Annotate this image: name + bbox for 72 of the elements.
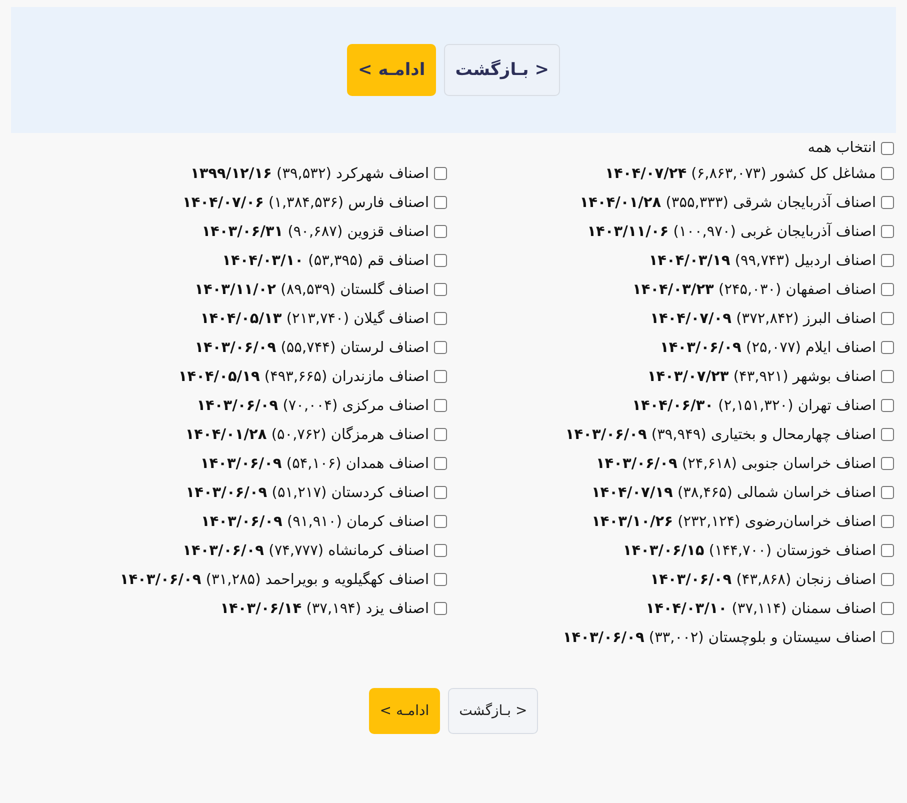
continue-button[interactable]: ادامـه > — [368, 688, 440, 734]
item-label: اصناف خراسان شمالی (۳۸,۴۶۵) ۱۴۰۴/۰۷/۱۹ — [591, 484, 876, 500]
item-checkbox[interactable] — [434, 486, 447, 499]
item-checkbox[interactable] — [881, 225, 894, 238]
item-label: اصناف فارس (۱,۳۸۴,۵۳۶) ۱۴۰۴/۰۷/۰۶ — [182, 194, 429, 210]
item-label: اصناف بوشهر (۴۳,۹۲۱) ۱۴۰۳/۰۷/۲۳ — [647, 368, 876, 384]
item-label: اصناف کرمانشاه (۷۴,۷۷۷) ۱۴۰۳/۰۶/۰۹ — [182, 542, 429, 558]
item-checkbox[interactable] — [881, 515, 894, 528]
back-button[interactable]: < بـازگشت — [444, 44, 560, 96]
item-label: اصناف اردبیل (۹۹,۷۴۳) ۱۴۰۴/۰۳/۱۹ — [648, 252, 876, 268]
item-label: اصناف سمنان (۳۷,۱۱۴) ۱۴۰۴/۰۳/۱۰ — [646, 600, 876, 616]
item-label: اصناف البرز (۳۷۲,۸۴۲) ۱۴۰۴/۰۷/۰۹ — [650, 310, 876, 326]
item-label: اصناف گلستان (۸۹,۵۳۹) ۱۴۰۳/۱۱/۰۲ — [194, 282, 429, 298]
item-label: اصناف قزوین (۹۰,۶۸۷) ۱۴۰۳/۰۶/۳۱ — [202, 224, 429, 240]
item-label: اصناف لرستان (۵۵,۷۴۴) ۱۴۰۳/۰۶/۰۹ — [194, 340, 429, 356]
item-checkbox[interactable] — [434, 370, 447, 383]
item-checkbox[interactable] — [881, 573, 894, 586]
item-label: اصناف مرکزی (۷۰,۰۰۴) ۱۴۰۳/۰۶/۰۹ — [196, 398, 429, 414]
item-label: اصناف کهگیلویه و بویراحمد (۳۱,۲۸۵) ۱۴۰۳/۰۶/۰۹ — [120, 572, 429, 588]
item-checkbox[interactable] — [434, 254, 447, 267]
item-label: اصناف آذربایجان غربی (۱۰۰,۹۷۰) ۱۴۰۳/۱۱/۰۶ — [587, 224, 876, 240]
item-checkbox[interactable] — [434, 196, 447, 209]
item-label: اصناف خراسان‌رضوی (۲۳۲,۱۲۴) ۱۴۰۳/۱۰/۲۶ — [592, 514, 876, 530]
item-label: اصناف خراسان جنوبی (۲۴,۶۱۸) ۱۴۰۳/۰۶/۰۹ — [596, 456, 876, 472]
item-checkbox[interactable] — [434, 283, 447, 296]
item-label: اصناف خوزستان (۱۴۴,۷۰۰) ۱۴۰۳/۰۶/۱۵ — [622, 542, 876, 558]
item-checkbox[interactable] — [434, 544, 447, 557]
item-label: اصناف آذربایجان شرقی (۳۵۵,۳۳۳) ۱۴۰۴/۰۱/۲۸ — [580, 194, 876, 210]
item-checkbox[interactable] — [881, 283, 894, 296]
item-label: اصناف همدان (۵۴,۱۰۶) ۱۴۰۳/۰۶/۰۹ — [200, 456, 429, 472]
item-label: اصناف اصفهان (۲۴۵,۰۳۰) ۱۴۰۴/۰۳/۲۳ — [632, 282, 876, 298]
item-checkbox[interactable] — [434, 312, 447, 325]
item-label: اصناف چهارمحال و بختیاری (۳۹,۹۴۹) ۱۴۰۳/۰۶/۰۹ — [565, 426, 876, 442]
item-label: اصناف تهران (۲,۱۵۱,۳۲۰) ۱۴۰۴/۰۶/۳۰ — [632, 398, 876, 414]
item-label: مشاغل کل کشور (۶,۸۶۳,۰۷۳) ۱۴۰۴/۰۷/۲۴ — [605, 166, 876, 182]
continue-button[interactable]: ادامـه > — [347, 44, 436, 96]
item-checkbox[interactable] — [434, 602, 447, 615]
item-label: اصناف ایلام (۲۵,۰۷۷) ۱۴۰۳/۰۶/۰۹ — [660, 340, 876, 356]
item-checkbox[interactable] — [434, 399, 447, 412]
item-checkbox[interactable] — [434, 573, 447, 586]
item-checkbox[interactable] — [881, 457, 894, 470]
item-checkbox[interactable] — [881, 631, 894, 644]
item-checkbox[interactable] — [881, 399, 894, 412]
item-checkbox[interactable] — [881, 602, 894, 615]
item-label: اصناف مازندران (۴۹۳,۶۶۵) ۱۴۰۴/۰۵/۱۹ — [178, 368, 429, 384]
item-checkbox[interactable] — [434, 167, 447, 180]
select-all-label: انتخاب همه — [808, 140, 876, 156]
item-label: اصناف هرمزگان (۵۰,۷۶۲) ۱۴۰۴/۰۱/۲۸ — [185, 426, 429, 442]
item-checkbox[interactable] — [881, 196, 894, 209]
item-checkbox[interactable] — [881, 428, 894, 441]
item-checkbox[interactable] — [881, 312, 894, 325]
item-checkbox[interactable] — [434, 225, 447, 238]
item-label: اصناف کردستان (۵۱,۲۱۷) ۱۴۰۳/۰۶/۰۹ — [186, 484, 429, 500]
item-label: اصناف شهرکرد (۳۹,۵۳۲) ۱۳۹۹/۱۲/۱۶ — [190, 166, 429, 182]
item-label: اصناف زنجان (۴۳,۸۶۸) ۱۴۰۳/۰۶/۰۹ — [650, 572, 876, 588]
item-checkbox[interactable] — [881, 370, 894, 383]
item-checkbox[interactable] — [881, 341, 894, 354]
item-checkbox[interactable] — [881, 254, 894, 267]
item-checkbox[interactable] — [881, 167, 894, 180]
item-label: اصناف یزد (۳۷,۱۹۴) ۱۴۰۳/۰۶/۱۴ — [220, 600, 429, 616]
item-checkbox[interactable] — [434, 428, 447, 441]
item-label: اصناف قم (۵۳,۳۹۵) ۱۴۰۴/۰۳/۱۰ — [222, 252, 429, 268]
item-label: اصناف سیستان و بلوچستان (۳۳,۰۰۲) ۱۴۰۳/۰۶/۰۹ — [562, 630, 876, 646]
item-checkbox[interactable] — [434, 457, 447, 470]
item-label: اصناف کرمان (۹۱,۹۱۰) ۱۴۰۳/۰۶/۰۹ — [200, 514, 429, 530]
item-checkbox[interactable] — [881, 544, 894, 557]
item-checkbox[interactable] — [434, 341, 447, 354]
back-button[interactable]: < بـازگشت — [448, 688, 538, 734]
item-checkbox[interactable] — [434, 515, 447, 528]
item-checkbox[interactable] — [881, 486, 894, 499]
select-all-checkbox[interactable] — [881, 142, 894, 154]
item-label: اصناف گیلان (۲۱۳,۷۴۰) ۱۴۰۴/۰۵/۱۳ — [200, 310, 429, 326]
